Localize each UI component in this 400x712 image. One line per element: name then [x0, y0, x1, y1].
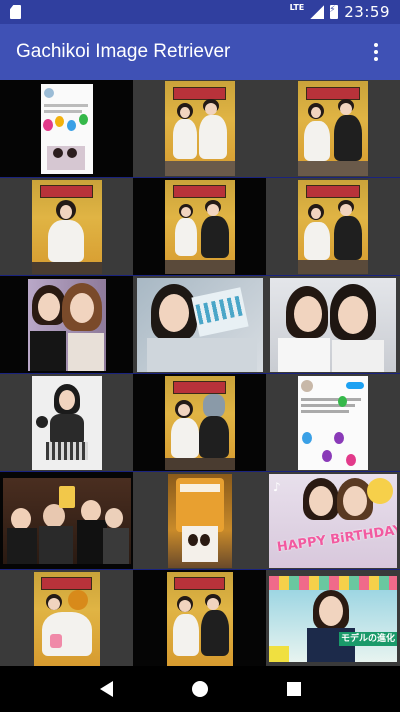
image-thumbnail[interactable]: [133, 178, 266, 275]
home-icon[interactable]: [191, 681, 208, 697]
network-type: LTE: [289, 3, 305, 12]
image-thumbnail[interactable]: [133, 472, 266, 569]
image-thumbnail[interactable]: [266, 374, 400, 471]
image-thumbnail[interactable]: モデルの進化: [266, 570, 400, 667]
battery-charging-icon: [329, 5, 339, 19]
image-thumbnail[interactable]: [133, 570, 266, 667]
birthday-text: HAPPY BiRTHDAY: [276, 522, 397, 555]
image-thumbnail[interactable]: [266, 276, 400, 373]
image-thumbnail[interactable]: [0, 472, 133, 569]
image-thumbnail[interactable]: [0, 570, 133, 667]
image-thumbnail[interactable]: [133, 276, 266, 373]
tv-caption: モデルの進化: [339, 631, 397, 646]
image-thumbnail[interactable]: ♪ HAPPY BiRTHDAY: [266, 472, 400, 569]
image-grid: ♪ HAPPY BiRTHDAY モデルの進化: [0, 80, 400, 667]
app-title: Gachikoi Image Retriever: [16, 41, 231, 62]
app-bar: Gachikoi Image Retriever: [0, 24, 400, 80]
image-thumbnail[interactable]: [266, 80, 400, 177]
overflow-menu-button[interactable]: [364, 40, 388, 64]
image-thumbnail[interactable]: [0, 80, 133, 177]
status-bar: LTE 23:59: [0, 0, 400, 24]
recent-apps-icon[interactable]: [286, 682, 301, 696]
image-thumbnail[interactable]: [133, 80, 266, 177]
sd-card-icon: [10, 5, 21, 19]
image-thumbnail[interactable]: [266, 178, 400, 275]
image-thumbnail[interactable]: [0, 374, 133, 471]
back-icon[interactable]: [99, 681, 113, 697]
image-thumbnail[interactable]: [0, 276, 133, 373]
image-thumbnail[interactable]: [133, 374, 266, 471]
clock: 23:59: [344, 3, 390, 21]
image-thumbnail[interactable]: [0, 178, 133, 275]
signal-icon: [310, 5, 325, 19]
navigation-bar: [0, 666, 400, 712]
